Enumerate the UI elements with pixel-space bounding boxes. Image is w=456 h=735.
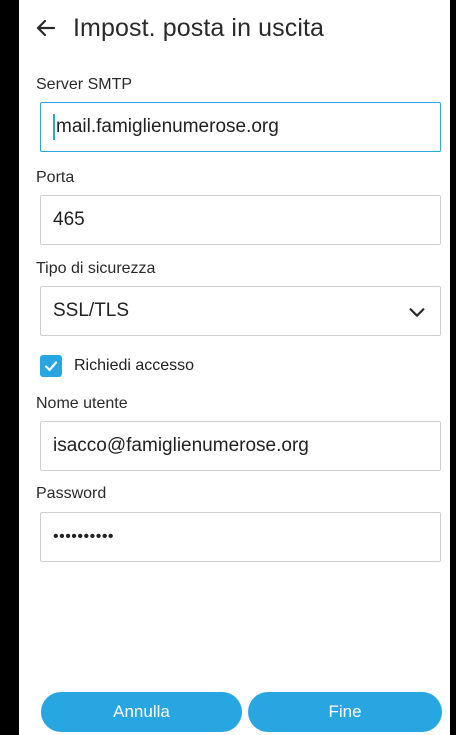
text-caret [53, 114, 55, 140]
require-login-row[interactable]: Richiedi accesso [40, 355, 194, 377]
smtp-server-label: Server SMTP [36, 76, 133, 93]
password-label: Password [36, 485, 107, 502]
password-input[interactable]: •••••••••• [40, 512, 441, 562]
username-label: Nome utente [36, 395, 128, 412]
username-input[interactable]: isacco@famiglienumerose.org [40, 421, 441, 471]
cancel-button[interactable]: Annulla [41, 692, 242, 732]
app-bar: Impost. posta in uscita [19, 0, 450, 56]
chevron-down-icon [409, 308, 425, 317]
username-value: isacco@famiglienumerose.org [53, 435, 309, 456]
security-type-label: Tipo di sicurezza [36, 260, 156, 277]
require-login-checkbox[interactable] [40, 355, 62, 377]
security-type-select[interactable]: SSL/TLS [40, 286, 441, 336]
check-icon [44, 361, 58, 372]
device-frame-left [0, 0, 19, 735]
require-login-label: Richiedi accesso [74, 357, 195, 374]
password-value: •••••••••• [53, 528, 115, 545]
smtp-server-value: mail.famiglienumerose.org [56, 116, 279, 137]
arrow-left-icon [36, 19, 56, 37]
back-button[interactable] [29, 11, 63, 45]
port-label: Porta [36, 169, 75, 186]
page-title: Impost. posta in uscita [73, 13, 325, 42]
security-type-value: SSL/TLS [53, 300, 130, 321]
port-value: 465 [53, 209, 85, 230]
smtp-server-input[interactable]: mail.famiglienumerose.org [40, 102, 441, 152]
done-button[interactable]: Fine [248, 692, 442, 732]
device-frame-right [450, 0, 456, 735]
port-input[interactable]: 465 [40, 195, 441, 245]
outgoing-mail-settings-screen: Impost. posta in uscita Server SMTP mail… [19, 0, 450, 735]
